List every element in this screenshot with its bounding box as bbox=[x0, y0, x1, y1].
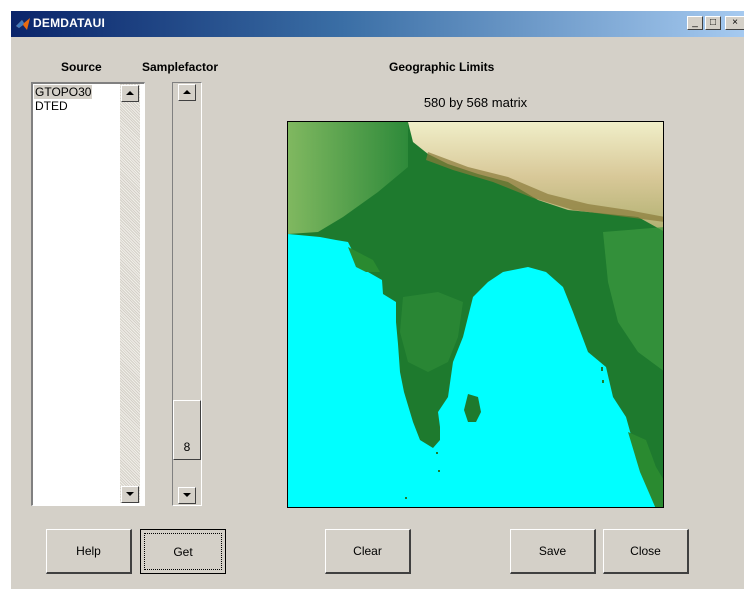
samplefactor-label: Samplefactor bbox=[142, 60, 219, 74]
save-button[interactable]: Save bbox=[510, 529, 596, 574]
close-icon: × bbox=[732, 17, 738, 28]
maximize-icon: □ bbox=[709, 17, 717, 28]
matrix-size-text: 580 by 568 matrix bbox=[423, 95, 528, 110]
get-button[interactable]: Get bbox=[140, 529, 226, 574]
list-item-gtopo30[interactable]: GTOPO30 bbox=[34, 85, 93, 99]
help-button-label: Help bbox=[76, 544, 101, 558]
slider-thumb[interactable]: 8 bbox=[173, 400, 201, 460]
clear-button-label: Clear bbox=[353, 544, 382, 558]
samplefactor-slider[interactable]: 8 bbox=[172, 82, 202, 506]
close-button-label: Close bbox=[630, 544, 661, 558]
help-button[interactable]: Help bbox=[46, 529, 132, 574]
arrow-down-icon bbox=[126, 492, 134, 496]
source-listbox[interactable]: GTOPO30 DTED bbox=[31, 82, 145, 506]
close-button[interactable]: Close bbox=[603, 529, 689, 574]
scroll-down-button[interactable] bbox=[121, 486, 139, 503]
elevation-map[interactable] bbox=[287, 121, 664, 508]
geographic-limits-label: Geographic Limits bbox=[389, 60, 495, 74]
clear-button[interactable]: Clear bbox=[325, 529, 411, 574]
arrow-up-icon bbox=[126, 91, 134, 95]
minimize-button[interactable]: _ bbox=[687, 16, 703, 30]
samplefactor-value: 8 bbox=[183, 440, 191, 454]
scroll-up-button[interactable] bbox=[121, 85, 139, 102]
elevation-map-image bbox=[288, 122, 663, 507]
source-label: Source bbox=[61, 60, 102, 74]
arrow-down-icon bbox=[183, 493, 191, 497]
focus-ring bbox=[144, 533, 222, 570]
title-bar[interactable]: DEMDATAUI _ □ × bbox=[11, 11, 744, 37]
matlab-logo-icon bbox=[16, 18, 30, 30]
window-title: DEMDATAUI bbox=[33, 16, 106, 30]
minimize-icon: _ bbox=[692, 17, 698, 28]
list-item-dted[interactable]: DTED bbox=[34, 99, 69, 113]
close-window-button[interactable]: × bbox=[725, 16, 744, 30]
slider-down-button[interactable] bbox=[178, 487, 196, 504]
source-scrollbar[interactable] bbox=[120, 84, 140, 503]
save-button-label: Save bbox=[538, 544, 567, 558]
maximize-button[interactable]: □ bbox=[705, 16, 721, 30]
arrow-up-icon bbox=[183, 90, 191, 94]
slider-up-button[interactable] bbox=[178, 84, 196, 101]
demdataui-window: DEMDATAUI _ □ × Source Samplefactor Geog… bbox=[10, 10, 744, 589]
